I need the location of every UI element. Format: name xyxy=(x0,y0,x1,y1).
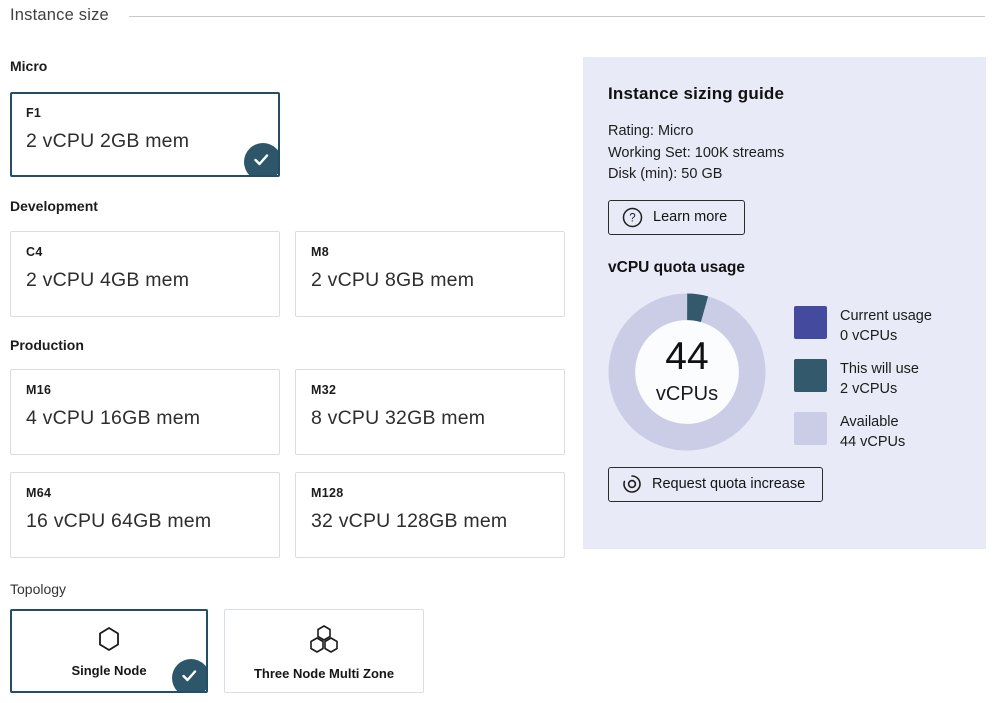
guide-title: Instance sizing guide xyxy=(608,84,962,104)
size-card-f1[interactable]: F1 2 vCPU 2GB mem xyxy=(10,92,280,177)
content: Micro F1 2 vCPU 2GB mem Development C4 2… xyxy=(0,24,997,693)
selected-check-badge xyxy=(244,143,280,177)
legend-item-available: Available 44 vCPUs xyxy=(794,412,932,452)
legend-value: 2 vCPUs xyxy=(840,379,919,399)
vcpu-quota-chart: 44 vCPUs Current usage 0 vCPUs xyxy=(608,293,962,452)
page-header: Instance size xyxy=(0,0,997,24)
help-circle-icon: ? xyxy=(622,207,643,228)
size-card-c4[interactable]: C4 2 vCPU 4GB mem xyxy=(10,231,280,317)
quota-gauge-icon xyxy=(622,474,642,494)
request-quota-label: Request quota increase xyxy=(652,476,805,492)
legend-swatch-available xyxy=(794,412,827,445)
development-cards: C4 2 vCPU 4GB mem M8 2 vCPU 8GB mem xyxy=(10,231,583,317)
legend-item-this-will-use: This will use 2 vCPUs xyxy=(794,359,932,399)
instance-size-page: Instance size Micro F1 2 vCPU 2GB mem De… xyxy=(0,0,997,703)
topology-label: Single Node xyxy=(71,663,146,678)
size-card-spec: 2 vCPU 2GB mem xyxy=(26,130,264,153)
legend-value: 44 vCPUs xyxy=(840,432,905,452)
chart-legend: Current usage 0 vCPUs This will use 2 vC… xyxy=(794,306,932,452)
size-card-m16[interactable]: M16 4 vCPU 16GB mem xyxy=(10,369,280,455)
legend-value: 0 vCPUs xyxy=(840,326,932,346)
size-card-spec: 2 vCPU 8GB mem xyxy=(311,269,549,292)
topology-card-single-node[interactable]: Single Node xyxy=(10,609,208,693)
legend-name: Current usage xyxy=(840,306,932,326)
topology-label: Three Node Multi Zone xyxy=(254,666,394,681)
size-card-spec: 32 vCPU 128GB mem xyxy=(311,510,549,533)
guide-rating: Rating: Micro xyxy=(608,121,962,143)
size-card-code: M8 xyxy=(311,245,549,259)
three-hexagons-icon xyxy=(306,625,342,655)
production-cards: M16 4 vCPU 16GB mem M32 8 vCPU 32GB mem … xyxy=(10,369,583,558)
check-icon xyxy=(182,670,197,682)
size-card-spec: 8 vCPU 32GB mem xyxy=(311,407,549,430)
learn-more-label: Learn more xyxy=(653,209,727,225)
section-label-topology: Topology xyxy=(10,581,583,597)
vcpu-donut-chart: 44 vCPUs xyxy=(608,293,766,451)
size-card-code: F1 xyxy=(26,106,264,120)
size-selection-column: Micro F1 2 vCPU 2GB mem Development C4 2… xyxy=(10,24,583,693)
legend-swatch-current-usage xyxy=(794,306,827,339)
size-card-code: M32 xyxy=(311,383,549,397)
vcpu-donut xyxy=(608,293,766,451)
guide-info: Rating: Micro Working Set: 100K streams … xyxy=(608,121,962,186)
section-label-development: Development xyxy=(10,198,583,214)
size-card-m8[interactable]: M8 2 vCPU 8GB mem xyxy=(295,231,565,317)
legend-name: This will use xyxy=(840,359,919,379)
size-card-code: C4 xyxy=(26,245,264,259)
guide-disk-min: Disk (min): 50 GB xyxy=(608,164,962,186)
learn-more-button[interactable]: ? Learn more xyxy=(608,200,745,235)
vcpu-quota-usage-title: vCPU quota usage xyxy=(608,259,962,277)
single-hexagon-icon xyxy=(97,626,121,652)
svg-text:?: ? xyxy=(629,212,635,224)
section-label-production: Production xyxy=(10,337,583,353)
check-icon xyxy=(254,154,269,166)
size-card-spec: 16 vCPU 64GB mem xyxy=(26,510,264,533)
size-card-m64[interactable]: M64 16 vCPU 64GB mem xyxy=(10,472,280,558)
size-card-code: M16 xyxy=(26,383,264,397)
legend-name: Available xyxy=(840,412,905,432)
size-card-m32[interactable]: M32 8 vCPU 32GB mem xyxy=(295,369,565,455)
size-card-code: M64 xyxy=(26,486,264,500)
topology-options: Single Node Three Node Multi Zone xyxy=(10,609,583,693)
legend-item-current-usage: Current usage 0 vCPUs xyxy=(794,306,932,346)
size-card-spec: 2 vCPU 4GB mem xyxy=(26,269,264,292)
micro-cards: F1 2 vCPU 2GB mem xyxy=(10,92,583,177)
selected-check-badge xyxy=(172,659,208,693)
section-label-micro: Micro xyxy=(10,58,583,74)
header-divider xyxy=(129,16,985,17)
size-card-code: M128 xyxy=(311,486,549,500)
instance-sizing-guide-panel: Instance sizing guide Rating: Micro Work… xyxy=(583,57,986,549)
legend-swatch-this-will-use xyxy=(794,359,827,392)
size-card-m128[interactable]: M128 32 vCPU 128GB mem xyxy=(295,472,565,558)
size-card-spec: 4 vCPU 16GB mem xyxy=(26,407,264,430)
guide-working-set: Working Set: 100K streams xyxy=(608,143,962,165)
request-quota-increase-button[interactable]: Request quota increase xyxy=(608,467,823,502)
topology-card-three-node-multi-zone[interactable]: Three Node Multi Zone xyxy=(224,609,424,693)
page-title: Instance size xyxy=(10,6,109,25)
